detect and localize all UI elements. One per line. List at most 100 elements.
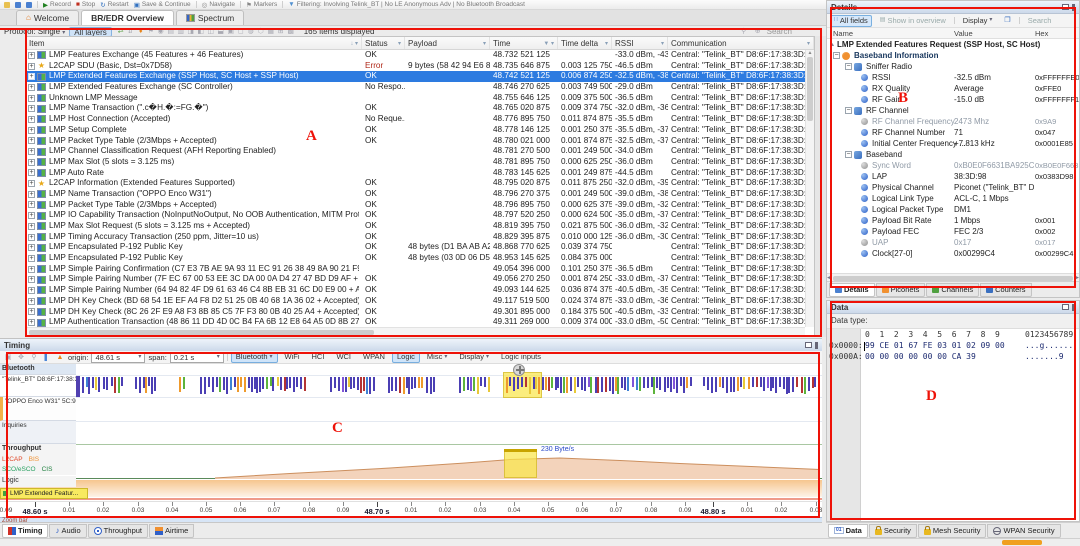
window-icon[interactable] (1062, 304, 1069, 310)
selected-event-label[interactable]: LMP Extended Featur... (0, 488, 88, 499)
vertical-scrollbar[interactable]: ▲ (805, 50, 814, 327)
timing-filter-wci[interactable]: WCI (331, 352, 356, 363)
tab-security[interactable]: Security (869, 524, 917, 538)
column-header-time[interactable]: Time▼ ▾ (490, 37, 558, 49)
protocol-toolbar-icon[interactable]: ◉ (156, 27, 166, 36)
column-header-time-delta[interactable]: Time delta▾ (558, 37, 612, 49)
expander-icon[interactable]: + (28, 127, 35, 134)
table-row[interactable]: +LMP Timing Accuracy Transaction (250 pp… (26, 232, 814, 243)
table-row[interactable]: +LMP DH Key Check (8C 26 2F E9 A8 F3 8B … (26, 307, 814, 318)
details-row[interactable]: Initial Center Frequency ...+7.813 kHz0x… (827, 138, 1079, 149)
expander-icon[interactable]: + (28, 298, 35, 305)
expander-icon[interactable]: + (28, 148, 35, 155)
panel-splitter[interactable] (815, 36, 826, 337)
column-value[interactable]: Value (954, 28, 973, 39)
table-row[interactable]: +LMP Extended Features Exchange (SC Cont… (26, 82, 814, 93)
hex-row[interactable]: 0x000A:00 00 00 00 00 00 CA 39.......9 (827, 351, 1079, 362)
expander-icon[interactable]: + (28, 180, 35, 187)
column-name[interactable]: Name (827, 28, 853, 38)
save-icon[interactable] (15, 2, 21, 8)
details-row[interactable]: RF Gain-15.0 dB0xFFFFFFF1 (827, 94, 1079, 105)
expander-icon[interactable]: + (28, 287, 35, 294)
expander-icon[interactable]: + (28, 212, 35, 219)
timing-filter-display[interactable]: Display▾ (454, 352, 494, 363)
timing-filter-wpan[interactable]: WPAN (358, 352, 390, 363)
tab-data[interactable]: 01Data (828, 524, 868, 538)
table-row[interactable]: +LMP Host Connection (Accepted)No Reque.… (26, 114, 814, 125)
select-tool-icon[interactable]: ▣ (3, 353, 13, 362)
details-row[interactable]: UAP0x170x017 (827, 237, 1079, 248)
expander-icon[interactable]: + (28, 276, 35, 283)
timing-filter-logic[interactable]: Logic (392, 352, 420, 363)
copy-icon[interactable]: ❐ (1000, 15, 1014, 27)
details-row[interactable]: LAP38:3D:980x0383D98 (827, 171, 1079, 182)
details-row[interactable]: −Baseband (827, 149, 1079, 160)
timing-filter-misc[interactable]: Misc▾ (422, 352, 452, 363)
protocol-toolbar-icon[interactable]: ▣ (226, 27, 236, 36)
tab-counters[interactable]: Counters (980, 283, 1031, 297)
expander-icon[interactable]: + (28, 73, 35, 80)
sidebar-device-telink[interactable]: "Telink_BT" D8:6F:17:38:3... (0, 375, 76, 397)
filtering-status[interactable]: ▼Filtering: Involving Telink_BT | No LE … (288, 1, 525, 8)
table-row[interactable]: +★L2CAP Information (Extended Features S… (26, 178, 814, 189)
tab-spectrum[interactable]: Spectrum (176, 10, 244, 25)
timing-filter-bluetooth[interactable]: Bluetooth▾ (231, 352, 278, 363)
details-row[interactable]: Logical Link TypeACL-C, 1 Mbps (827, 193, 1079, 204)
protocol-toolbar-icon[interactable]: ▩ (286, 27, 296, 36)
markers-button[interactable]: ⚑Markers (246, 1, 277, 9)
timing-filter-logic-inputs[interactable]: Logic inputs (496, 352, 546, 363)
scrollbar-thumb[interactable] (833, 276, 1073, 281)
timing-filter-hci[interactable]: HCI (307, 352, 330, 363)
all-fields-button[interactable]: ∷All fields (830, 15, 872, 27)
table-row[interactable]: +LMP Channel Classification Request (AFH… (26, 146, 814, 157)
protocol-toolbar-icon[interactable]: ◫ (206, 27, 216, 36)
sidebar-inquiries[interactable]: Inquiries (0, 421, 76, 444)
expander-icon[interactable]: + (28, 223, 35, 230)
expander-icon[interactable]: + (28, 116, 35, 123)
protocol-toolbar-icon[interactable]: ♦ (136, 27, 146, 36)
window-icon[interactable] (1062, 4, 1069, 10)
details-row[interactable]: −Sniffer Radio (827, 61, 1079, 72)
table-row[interactable]: +LMP Max Slot Request (5 slots = 3.125 m… (26, 221, 814, 232)
table-row[interactable]: +LMP Auto Rate48.783 145 6250.001 249 87… (26, 168, 814, 179)
display-dropdown[interactable]: Display▾ (959, 15, 997, 27)
protocol-toolbar-icon[interactable]: ⬓ (216, 27, 226, 36)
details-row[interactable]: Payload FECFEC 2/30x002 (827, 226, 1079, 237)
table-row[interactable]: +LMP Encapsulated P-192 Public KeyOK48 b… (26, 253, 814, 264)
timing-filter-wifi[interactable]: WiFi (280, 352, 305, 363)
hex-view[interactable]: 0 1 2 3 4 5 6 7 8 901234567890x0000:99 C… (827, 328, 1079, 521)
collapse-box[interactable]: − (845, 63, 852, 70)
table-row[interactable]: +★L2CAP SDU (Basic, Dst=0x7D58)Error9 by… (26, 61, 814, 72)
table-row[interactable]: +LMP Simple Pairing Confirmation (C7 E3 … (26, 264, 814, 275)
expander-icon[interactable]: + (28, 201, 35, 208)
window-icon[interactable] (805, 342, 812, 348)
details-row[interactable]: Payload Bit Rate1 Mbps0x001 (827, 215, 1079, 226)
expander-icon[interactable]: + (28, 234, 35, 241)
sidebar-device-oppo[interactable]: "OPPO Enco W31" 5C:97:8... (0, 397, 76, 421)
lock-tool-icon[interactable]: ▲ (55, 353, 65, 362)
pin-icon[interactable] (1072, 4, 1075, 11)
show-in-overview-button[interactable]: ▤Show in overview (876, 15, 950, 27)
all-layers-button[interactable]: All layers (69, 27, 111, 37)
horizontal-scrollbar[interactable] (26, 327, 805, 336)
protocol-toolbar-icon[interactable]: ⇄ (116, 27, 126, 36)
column-tool-icon[interactable]: ▌ (42, 353, 52, 362)
table-row[interactable]: +LMP Name Transaction ("OPPO Enco W31")O… (26, 189, 814, 200)
navigate-button[interactable]: ◎Navigate (202, 1, 235, 9)
table-row[interactable]: +LMP Simple Pairing Number (7F EC 67 00 … (26, 274, 814, 285)
bluetooth-activity-track[interactable] (76, 376, 820, 398)
table-row[interactable]: +LMP Name Transaction (".c�H.�:=FG.�")OK… (26, 103, 814, 114)
table-row[interactable]: +LMP Features Exchange (45 Features + 46… (26, 50, 814, 61)
tab-br-edr-overview[interactable]: BR/EDR Overview (81, 10, 174, 25)
expander-icon[interactable]: + (28, 84, 35, 91)
details-row[interactable]: Logical Packet TypeDM1 (827, 204, 1079, 215)
scrollbar-thumb[interactable] (807, 57, 813, 121)
expander-icon[interactable]: + (28, 266, 35, 273)
tab-timing[interactable]: Timing (2, 524, 48, 538)
expander-icon[interactable]: + (28, 63, 35, 70)
search-input[interactable]: Search (767, 27, 792, 36)
table-row[interactable]: +LMP Extended Features Exchange (SSP Hos… (26, 71, 814, 82)
column-header-item[interactable]: Item↓ ▾ (26, 37, 362, 49)
expander-icon[interactable]: + (28, 244, 35, 251)
expander-icon[interactable]: + (28, 52, 35, 59)
